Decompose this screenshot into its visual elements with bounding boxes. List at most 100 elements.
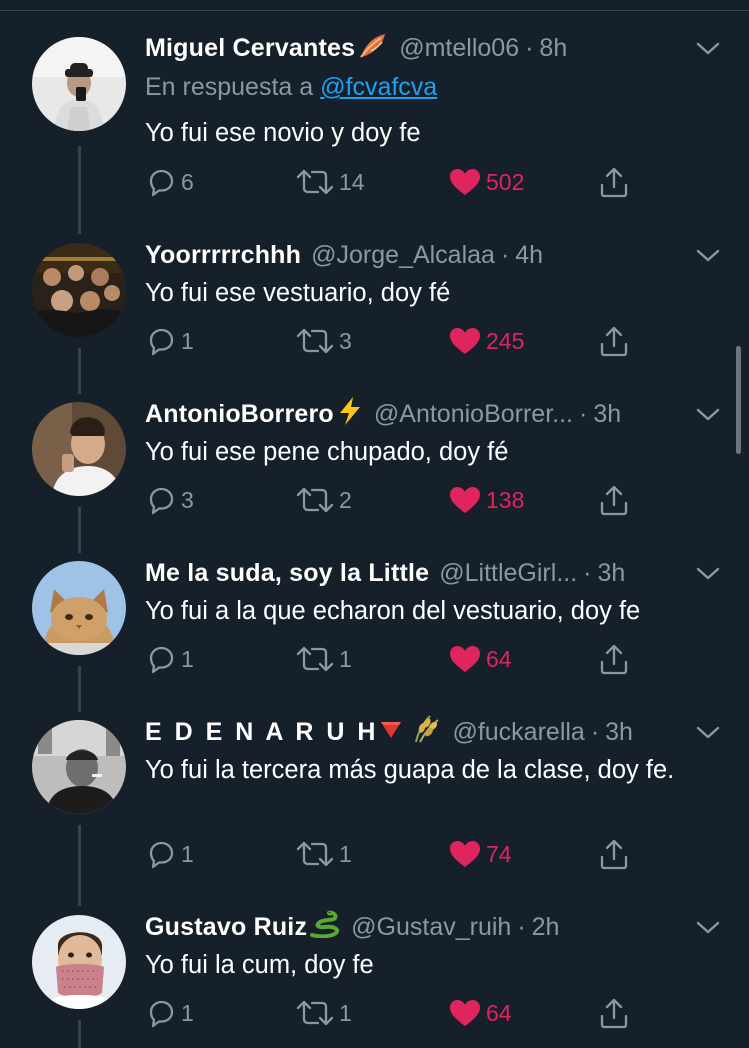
share-icon xyxy=(600,326,628,357)
chevron-down-icon[interactable] xyxy=(694,559,722,587)
reply-button[interactable]: 1 xyxy=(145,837,194,871)
reply-button[interactable]: 3 xyxy=(145,483,194,517)
share-icon xyxy=(600,485,628,516)
display-name[interactable]: Me la suda, soy la Little xyxy=(145,559,429,588)
scrollbar[interactable] xyxy=(736,346,741,454)
reply-count: 1 xyxy=(181,999,194,1026)
timestamp[interactable]: 8h xyxy=(539,34,567,63)
display-name[interactable]: Miguel Cervantes xyxy=(145,34,355,63)
like-button[interactable]: 74 xyxy=(448,837,512,871)
action-bar: 6 14 502 xyxy=(145,165,645,199)
share-icon xyxy=(600,998,628,1029)
separator-dot: · xyxy=(517,912,526,941)
tweet-text: Yo fui la cum, doy fe xyxy=(145,951,374,979)
chevron-down-icon[interactable] xyxy=(694,913,722,941)
reply-header: Yoorrrrrchhh @Jorge_Alcalaa · 4h xyxy=(145,238,543,272)
timestamp[interactable]: 4h xyxy=(515,241,543,270)
timestamp[interactable]: 3h xyxy=(597,559,625,588)
like-button[interactable]: 138 xyxy=(448,483,524,517)
retweet-count: 2 xyxy=(339,486,352,513)
retweet-count: 1 xyxy=(339,645,352,672)
avatar[interactable] xyxy=(32,720,126,814)
user-handle[interactable]: @AntonioBorrer... xyxy=(374,400,573,429)
reply-count: 1 xyxy=(181,327,194,354)
like-button[interactable]: 502 xyxy=(448,165,524,199)
share-button[interactable] xyxy=(597,483,631,517)
avatar[interactable] xyxy=(32,243,126,337)
like-count: 64 xyxy=(486,645,512,672)
share-button[interactable] xyxy=(597,837,631,871)
retweet-button[interactable]: 2 xyxy=(295,483,352,517)
heart-icon xyxy=(450,487,480,513)
share-button[interactable] xyxy=(597,996,631,1030)
avatar[interactable] xyxy=(32,402,126,496)
display-name[interactable]: AntonioBorrero xyxy=(145,400,334,429)
share-icon xyxy=(600,644,628,675)
timestamp[interactable]: 3h xyxy=(593,400,621,429)
retweet-icon xyxy=(296,841,334,867)
tweet-text: Yo fui a la que echaron del vestuario, d… xyxy=(145,597,641,625)
avatar[interactable] xyxy=(32,915,126,1009)
retweet-button[interactable]: 1 xyxy=(295,837,352,871)
reply-context: En respuesta a @fcvafcva xyxy=(145,73,437,102)
retweet-icon xyxy=(296,169,334,195)
avatar[interactable] xyxy=(32,37,126,131)
action-bar: 1 3 245 xyxy=(145,324,645,358)
share-button[interactable] xyxy=(597,642,631,676)
reply-count: 3 xyxy=(181,486,194,513)
retweet-button[interactable]: 1 xyxy=(295,996,352,1030)
chevron-down-icon[interactable] xyxy=(694,400,722,428)
heart-icon xyxy=(450,1000,480,1026)
like-button[interactable]: 245 xyxy=(448,324,524,358)
red-triangle-and-rice-emoji xyxy=(380,714,442,751)
reply-button[interactable]: 1 xyxy=(145,324,194,358)
tweet-text: Yo fui ese vestuario, doy fé xyxy=(145,279,451,307)
user-handle[interactable]: @LittleGirl... xyxy=(439,559,577,588)
share-button[interactable] xyxy=(597,324,631,358)
display-name[interactable]: Yoorrrrrchhh xyxy=(145,241,301,270)
reply-icon xyxy=(149,487,174,515)
thread-line xyxy=(78,666,81,712)
top-divider xyxy=(0,10,749,11)
share-button[interactable] xyxy=(597,165,631,199)
like-button[interactable]: 64 xyxy=(448,996,512,1030)
chevron-down-icon[interactable] xyxy=(694,718,722,746)
like-count: 138 xyxy=(486,486,525,513)
thread-line xyxy=(78,825,81,906)
reply-context-user-link[interactable]: @fcvafcva xyxy=(320,73,437,101)
feather-emoji xyxy=(357,31,389,66)
tweet-text: Yo fui la tercera más guapa de la clase,… xyxy=(145,756,675,784)
like-count: 245 xyxy=(486,327,525,354)
chevron-down-icon[interactable] xyxy=(694,34,722,62)
heart-icon xyxy=(450,841,480,867)
retweet-button[interactable]: 1 xyxy=(295,642,352,676)
separator-dot: · xyxy=(525,33,534,62)
like-count: 502 xyxy=(486,168,525,195)
retweet-icon xyxy=(296,646,334,672)
user-handle[interactable]: @Gustav_ruih xyxy=(351,913,511,942)
timestamp[interactable]: 3h xyxy=(605,718,633,747)
reply-icon xyxy=(149,841,174,869)
display-name[interactable]: Gustavo Ruiz xyxy=(145,913,307,942)
action-bar: 3 2 138 xyxy=(145,483,645,517)
like-button[interactable]: 64 xyxy=(448,642,512,676)
separator-dot: · xyxy=(500,240,510,269)
retweet-button[interactable]: 14 xyxy=(295,165,365,199)
user-handle[interactable]: @mtello06 xyxy=(399,34,519,63)
reply-button[interactable]: 1 xyxy=(145,642,194,676)
heart-icon xyxy=(450,646,480,672)
retweet-button[interactable]: 3 xyxy=(295,324,352,358)
avatar[interactable] xyxy=(32,561,126,655)
display-name[interactable]: E D E N A R U H xyxy=(145,718,378,747)
reply-button[interactable]: 6 xyxy=(145,165,194,199)
share-icon xyxy=(600,167,628,198)
reply-count: 1 xyxy=(181,645,194,672)
user-handle[interactable]: @Jorge_Alcalaa xyxy=(311,241,495,270)
retweet-count: 14 xyxy=(339,168,365,195)
user-handle[interactable]: @fuckarella xyxy=(452,718,584,747)
retweet-count: 3 xyxy=(339,327,352,354)
reply-button[interactable]: 1 xyxy=(145,996,194,1030)
retweet-icon xyxy=(296,1000,334,1026)
chevron-down-icon[interactable] xyxy=(694,241,722,269)
timestamp[interactable]: 2h xyxy=(532,913,560,942)
